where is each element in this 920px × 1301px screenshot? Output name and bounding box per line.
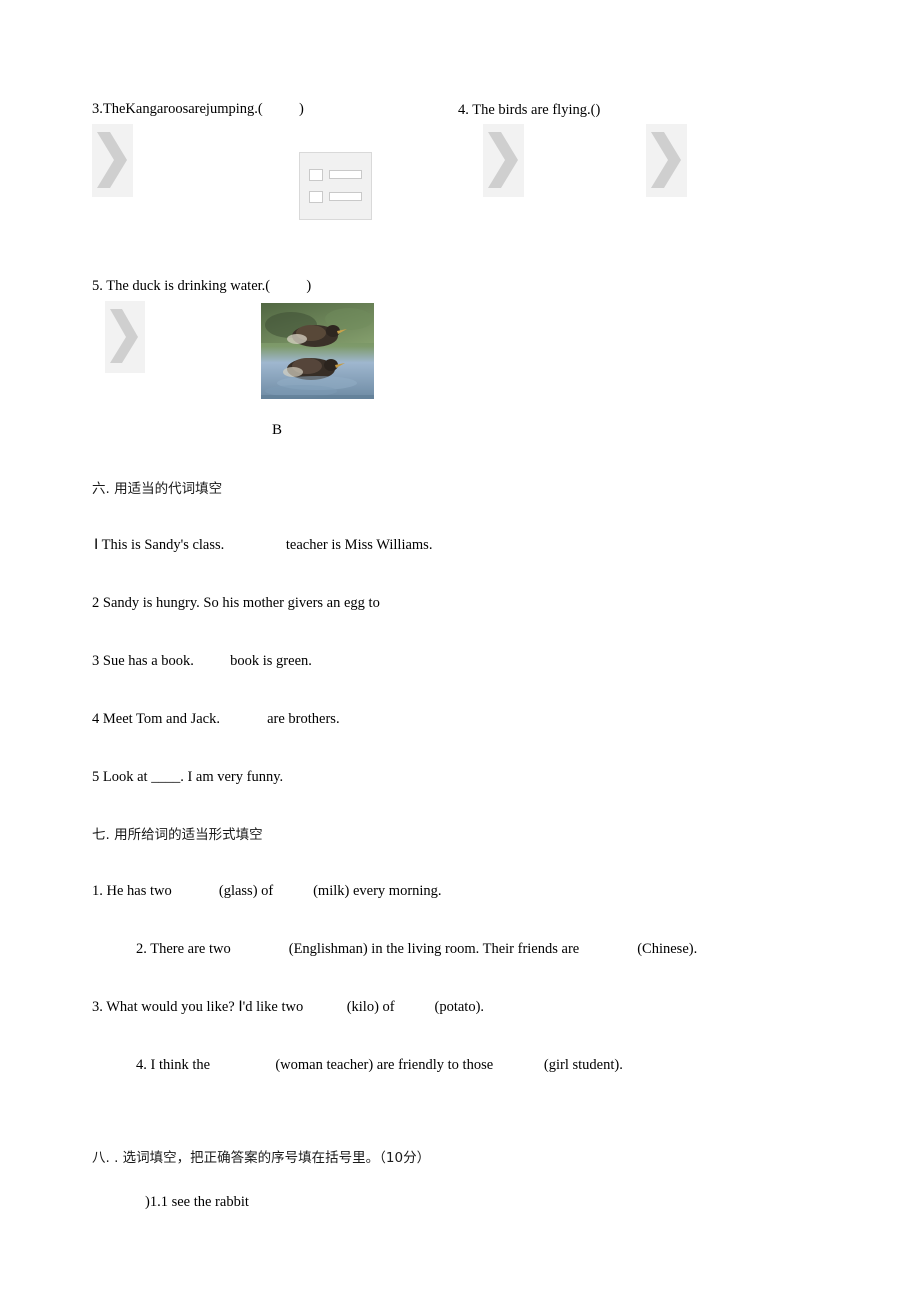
- section-six-item-5: 5 Look at ____. I am very funny.: [92, 769, 284, 785]
- question-4-text: 4. The birds are flying.(): [458, 102, 601, 118]
- question-5-text: 5. The duck is drinking water.( ): [92, 278, 312, 294]
- image-placeholder-q4-b: [646, 124, 687, 197]
- question-3-text: 3.TheKangaroosarejumping.( ): [92, 101, 304, 117]
- section-six-item-1: Ⅰ This is Sandy's class. teacher is Miss…: [94, 537, 433, 553]
- image-placeholder-q4-a: [483, 124, 524, 197]
- list-document-icon: [299, 152, 372, 220]
- section-six-heading: 六. 用适当的代词填空: [92, 481, 223, 497]
- document-page: 3.TheKangaroosarejumping.( ) 4. The bird…: [0, 0, 920, 1301]
- chevron-right-icon: [488, 132, 518, 188]
- section-eight-heading: 八. . 选词填空，把正确答案的序号填在括号里。（10分）: [92, 1150, 431, 1166]
- section-eight-item-1: )1.1 see the rabbit: [145, 1194, 249, 1210]
- section-seven-heading: 七. 用所给词的适当形式填空: [92, 827, 263, 843]
- chevron-right-icon: [110, 309, 138, 363]
- chevron-right-icon: [651, 132, 681, 188]
- section-seven-item-3: 3. What would you like? Ⅰ'd like two (ki…: [92, 999, 485, 1015]
- ducks-on-water-photo-art: [261, 303, 374, 399]
- chevron-right-icon: [97, 132, 127, 188]
- section-six-item-4: 4 Meet Tom and Jack. are brothers.: [92, 711, 340, 727]
- section-six-item-3: 3 Sue has a book. book is green.: [92, 653, 312, 669]
- section-six-item-2: 2 Sandy is hungry. So his mother givers …: [92, 595, 380, 611]
- answer-letter-b: B: [272, 422, 283, 438]
- ducks-on-water-photo: [261, 303, 374, 399]
- section-seven-item-4: 4. I think the (woman teacher) are frien…: [136, 1057, 623, 1073]
- image-placeholder-q5: [105, 301, 145, 373]
- image-placeholder-q3: [92, 124, 133, 197]
- section-seven-item-2: 2. There are two (Englishman) in the liv…: [136, 941, 698, 957]
- section-seven-item-1: 1. He has two (glass) of (milk) every mo…: [92, 883, 442, 899]
